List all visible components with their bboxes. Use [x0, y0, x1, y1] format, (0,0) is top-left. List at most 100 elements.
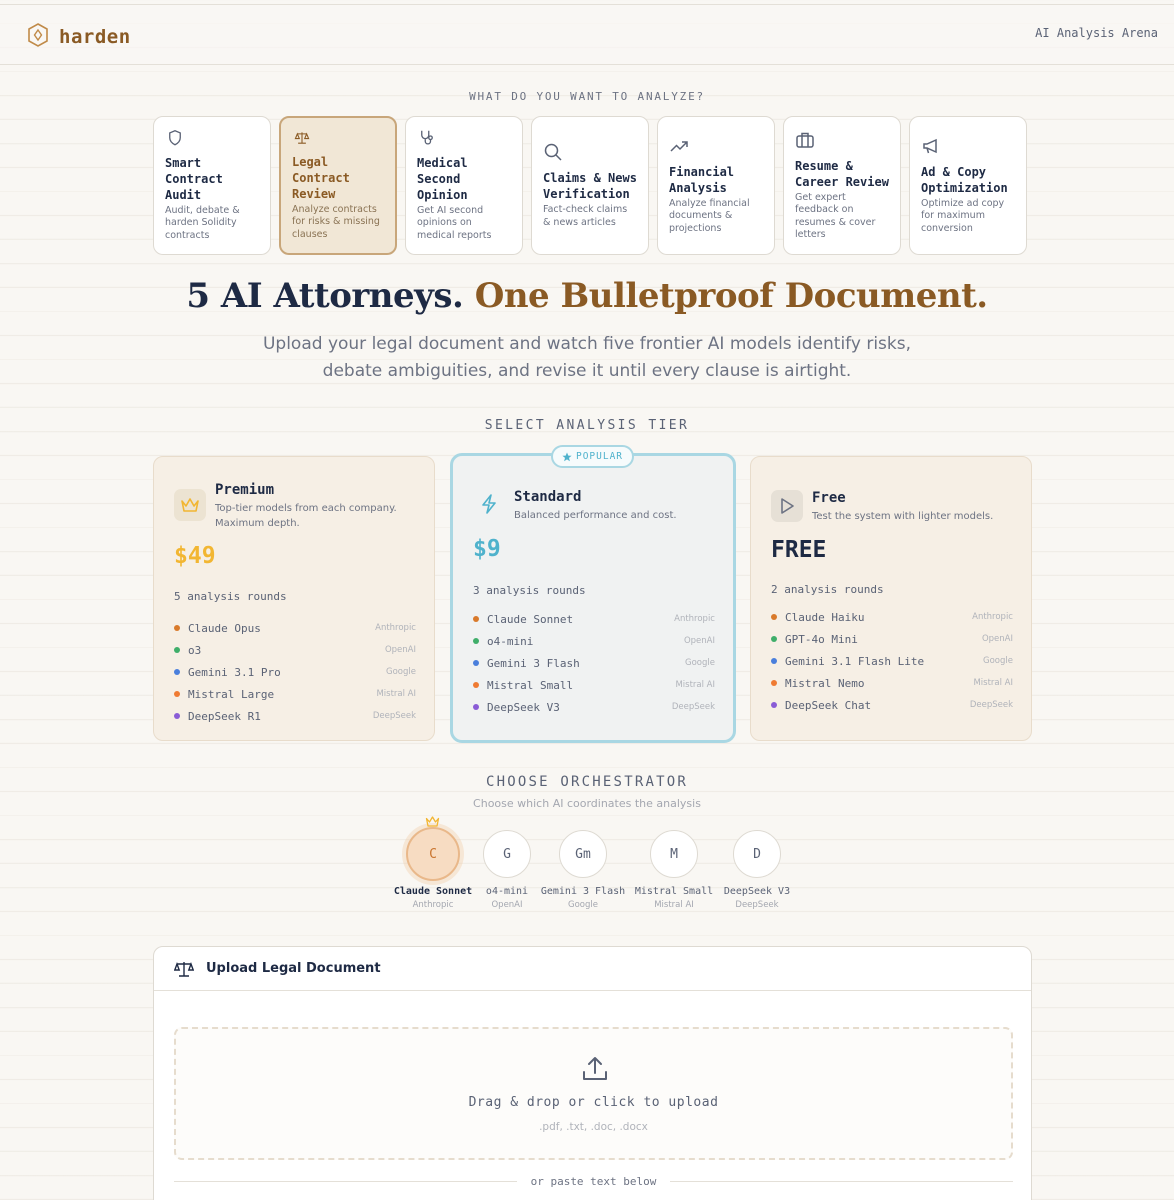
model-company: Mistral AI [973, 678, 1013, 688]
category-desc: Fact-check claims & news articles [543, 204, 628, 228]
hero-title-main: 5 AI Attorneys. [186, 276, 475, 316]
deepseek-dot-icon [771, 702, 777, 708]
orchestrator-name: DeepSeek V3 [723, 886, 791, 897]
model-row: o3 OpenAI [174, 639, 416, 661]
model-row: o4-mini OpenAI [473, 630, 715, 652]
category-desc: Audit, debate & harden Solidity contract… [165, 204, 240, 241]
orchestrator-option-gemini-3-flash[interactable]: Gm Gemini 3 Flash Google [538, 830, 628, 910]
orchestrator-name: Gemini 3 Flash [540, 886, 626, 897]
megaphone-icon [923, 138, 937, 153]
model-name: Mistral Large [188, 687, 275, 701]
hero-title-accent: One Bulletproof Document. [474, 276, 988, 316]
model-row: DeepSeek Chat DeepSeek [771, 694, 1013, 716]
model-name: o3 [188, 643, 202, 657]
model-company: Mistral AI [675, 680, 715, 690]
tier-model-list: Claude Haiku Anthropic GPT-4o Mini OpenAI … [771, 606, 1013, 716]
play-icon [771, 490, 803, 522]
categories-label: WHAT DO YOU WANT TO ANALYZE? [469, 90, 705, 103]
tier-card-premium[interactable]: Premium Top-tier models from each compan… [153, 456, 435, 741]
model-company: Anthropic [972, 612, 1013, 622]
model-company: Google [685, 658, 715, 668]
upload-dropzone[interactable]: Drag & drop or click to upload .pdf, .tx… [174, 1027, 1013, 1160]
orchestrator-option-mistral-small[interactable]: M Mistral Small Mistral AI [629, 830, 719, 910]
category-list: Smart Contract Audit Audit, debate & har… [153, 116, 1027, 255]
category-desc: Analyze contracts for risks & missing cl… [292, 203, 380, 240]
logo[interactable]: harden [27, 23, 131, 51]
trending-up-icon [670, 141, 688, 152]
upload-panel: Upload Legal Document Drag & drop or cli… [153, 946, 1032, 1200]
model-name: Claude Sonnet [487, 612, 574, 626]
deepseek-dot-icon [473, 704, 479, 710]
category-medical-second-opinion[interactable]: Medical Second Opinion Get AI second opi… [405, 116, 523, 255]
google-dot-icon [473, 660, 479, 666]
openai-dot-icon [174, 647, 180, 653]
category-title: Legal Contract Review [292, 154, 350, 201]
model-row: DeepSeek R1 DeepSeek [174, 705, 416, 727]
category-financial-analysis[interactable]: Financial Analysis Analyze financial doc… [657, 116, 775, 255]
model-company: Google [983, 656, 1013, 666]
model-company: OpenAI [683, 636, 715, 646]
model-row: GPT-4o Mini OpenAI [771, 628, 1013, 650]
hero-subtitle-line2: debate ambiguities, and revise it until … [322, 361, 852, 381]
scales-icon [294, 132, 310, 144]
tier-card-standard[interactable]: Standard Balanced performance and cost. … [450, 453, 736, 743]
orchestrator-title: CHOOSE ORCHESTRATOR [486, 774, 688, 790]
upload-icon [583, 1057, 607, 1080]
model-company: DeepSeek [969, 700, 1013, 710]
orchestrator-option-deepseek-v3[interactable]: D DeepSeek V3 DeepSeek [712, 830, 802, 910]
crown-icon [174, 489, 206, 521]
star-icon [562, 452, 572, 461]
divider-line [174, 1181, 517, 1182]
orchestrator-name: Mistral Small [634, 886, 714, 897]
shield-icon [169, 130, 181, 146]
popular-badge-text: POPULAR [575, 451, 624, 462]
model-row: Claude Opus Anthropic [174, 617, 416, 639]
category-claims-news-verification[interactable]: Claims & News Verification Fact-check cl… [531, 116, 649, 255]
orchestrator-avatar: C [406, 827, 460, 881]
model-row: Claude Haiku Anthropic [771, 606, 1013, 628]
tier-desc: Test the system with lighter models. [812, 511, 994, 522]
mistral-dot-icon [771, 680, 777, 686]
tier-model-list: Claude Opus Anthropic o3 OpenAI Gemini 3.1… [174, 617, 416, 727]
model-row: Mistral Small Mistral AI [473, 674, 715, 696]
google-dot-icon [771, 658, 777, 664]
category-smart-contract-audit[interactable]: Smart Contract Audit Audit, debate & har… [153, 116, 271, 255]
model-company: Anthropic [375, 623, 416, 633]
category-ad-copy-optimization[interactable]: Ad & Copy Optimization Optimize ad copy … [909, 116, 1027, 255]
model-company: OpenAI [384, 645, 416, 655]
dropzone-text: Drag & drop or click to upload [468, 1095, 719, 1110]
category-title: Financial Analysis [669, 164, 735, 195]
upload-title: Upload Legal Document [206, 961, 381, 976]
tier-card-free[interactable]: Free Test the system with lighter models… [750, 456, 1032, 741]
category-desc: Analyze financial documents & projection… [669, 197, 750, 234]
header-tagline: AI Analysis Arena [1035, 26, 1158, 40]
orchestrator-company: Mistral AI [654, 900, 694, 910]
category-title: Medical Second Opinion [417, 155, 468, 202]
upload-header: Upload Legal Document [154, 947, 1031, 991]
model-row: Mistral Nemo Mistral AI [771, 672, 1013, 694]
model-name: DeepSeek V3 [487, 700, 560, 714]
model-company: Mistral AI [376, 689, 416, 699]
category-title: Ad & Copy Optimization [921, 164, 1008, 195]
tier-price: $9 [473, 536, 501, 562]
model-name: Mistral Nemo [785, 676, 865, 690]
tier-rounds: 5 analysis rounds [174, 590, 287, 603]
category-resume-career-review[interactable]: Resume & Career Review Get expert feedba… [783, 116, 901, 255]
tier-price: FREE [771, 537, 827, 563]
stethoscope-icon [421, 130, 433, 145]
tier-name: Free [812, 490, 846, 506]
mistral-dot-icon [174, 691, 180, 697]
crown-icon [425, 816, 440, 827]
app-header: harden AI Analysis Arena [0, 5, 1174, 65]
google-dot-icon [174, 669, 180, 675]
model-company: OpenAI [981, 634, 1013, 644]
tier-name: Standard [514, 489, 582, 505]
category-title: Claims & News Verification [543, 171, 637, 201]
category-legal-contract-review[interactable]: Legal Contract Review Analyze contracts … [279, 116, 397, 255]
model-row: Gemini 3 Flash Google [473, 652, 715, 674]
tier-name: Premium [215, 482, 275, 498]
dropzone-extensions: .pdf, .txt, .doc, .docx [539, 1121, 648, 1133]
orchestrator-avatar: G [483, 830, 531, 878]
model-name: GPT-4o Mini [785, 632, 858, 646]
hero-title: 5 AI Attorneys. One Bulletproof Document… [0, 276, 1174, 316]
